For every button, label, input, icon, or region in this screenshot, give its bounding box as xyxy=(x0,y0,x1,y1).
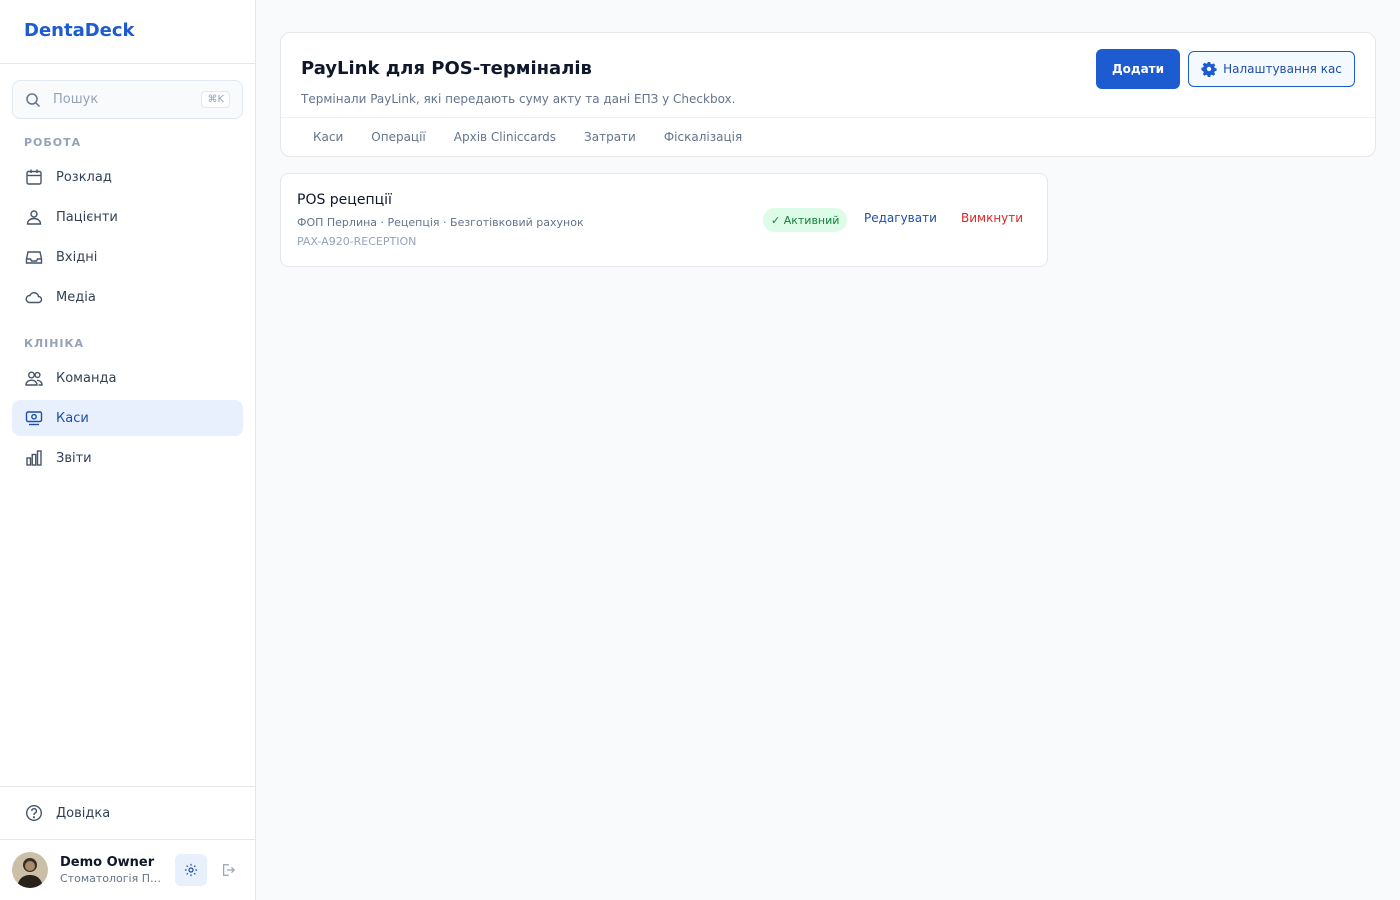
sidebar-item-schedule[interactable]: Розклад xyxy=(12,159,243,195)
logout-icon xyxy=(221,863,235,877)
sidebar-item-label: Команда xyxy=(56,370,117,386)
sidebar-item-label: Пацієнти xyxy=(56,209,118,225)
brand-logo[interactable]: DentaDeck xyxy=(0,0,255,64)
logout-button[interactable] xyxy=(212,854,244,886)
search-shortcut: ⌘K xyxy=(201,91,230,108)
inbox-icon xyxy=(24,247,44,267)
sidebar: DentaDeck Пошук ⌘K РОБОТА Розклад Пацієн… xyxy=(0,0,256,900)
terminal-meta: ФОП Перлина · Рецепція · Безготівковий р… xyxy=(297,216,584,229)
patients-icon xyxy=(24,207,44,227)
user-name: Demo Owner xyxy=(60,855,155,870)
cash-register-icon xyxy=(24,408,44,428)
tab-cliniccards-archive[interactable]: Архів Cliniccards xyxy=(440,127,570,147)
cash-settings-label: Налаштування кас xyxy=(1223,62,1342,76)
tab-expenses[interactable]: Затрати xyxy=(570,127,650,147)
terminal-serial: PAX-A920-RECEPTION xyxy=(297,235,417,248)
tab-operations[interactable]: Операції xyxy=(357,127,439,147)
user-settings-button[interactable] xyxy=(175,854,207,886)
user-panel: Demo Owner Стоматологія Перлина xyxy=(12,852,244,888)
section-label-work: РОБОТА xyxy=(24,136,82,149)
sidebar-item-label: Звіти xyxy=(56,450,92,466)
page-subtitle: Термінали PayLink, які передають суму ак… xyxy=(301,92,736,106)
user-org: Стоматологія Перлина xyxy=(60,872,164,885)
page-header: PayLink для POS-терміналів Термінали Pay… xyxy=(280,32,1376,157)
gear-icon xyxy=(184,863,198,877)
edit-link[interactable]: Редагувати xyxy=(864,211,937,225)
section-label-clinic: КЛІНІКА xyxy=(24,337,85,350)
sidebar-item-label: Медіа xyxy=(56,289,96,305)
tab-fiscalization[interactable]: Фіскалізація xyxy=(650,127,756,147)
cash-settings-button[interactable]: Налаштування кас xyxy=(1188,51,1355,87)
calendar-icon xyxy=(24,167,44,187)
tabs: Каси Операції Архів Cliniccards Затрати … xyxy=(299,127,756,147)
tab-cash-registers[interactable]: Каси xyxy=(299,127,357,147)
sidebar-item-team[interactable]: Команда xyxy=(12,360,243,396)
search-input[interactable]: Пошук ⌘K xyxy=(12,80,243,119)
gear-icon xyxy=(1201,61,1217,77)
sidebar-item-media[interactable]: Медіа xyxy=(12,279,243,315)
cloud-icon xyxy=(24,287,44,307)
terminal-card: POS рецепції ФОП Перлина · Рецепція · Бе… xyxy=(280,173,1048,267)
add-button[interactable]: Додати xyxy=(1096,49,1180,89)
sidebar-item-reports[interactable]: Звіти xyxy=(12,440,243,476)
sidebar-item-label: Довідка xyxy=(56,805,111,821)
sidebar-item-inbox[interactable]: Вхідні xyxy=(12,239,243,275)
divider xyxy=(0,786,256,787)
sidebar-item-label: Вхідні xyxy=(56,249,98,265)
divider xyxy=(0,839,256,840)
page-title: PayLink для POS-терміналів xyxy=(301,58,592,79)
divider xyxy=(281,117,1375,118)
sidebar-item-patients[interactable]: Пацієнти xyxy=(12,199,243,235)
disable-link[interactable]: Вимкнути xyxy=(961,211,1023,225)
avatar[interactable] xyxy=(12,852,48,888)
team-icon xyxy=(24,368,44,388)
status-badge: ✓ Активний xyxy=(763,208,848,232)
search-icon xyxy=(25,92,41,108)
sidebar-item-help[interactable]: Довідка xyxy=(12,795,243,831)
sidebar-item-label: Розклад xyxy=(56,169,112,185)
sidebar-item-label: Каси xyxy=(56,410,89,426)
sidebar-item-cash-registers[interactable]: Каси xyxy=(12,400,243,436)
reports-icon xyxy=(24,448,44,468)
search-placeholder: Пошук xyxy=(53,92,99,107)
help-icon xyxy=(24,803,44,823)
terminal-name: POS рецепції xyxy=(297,192,392,208)
